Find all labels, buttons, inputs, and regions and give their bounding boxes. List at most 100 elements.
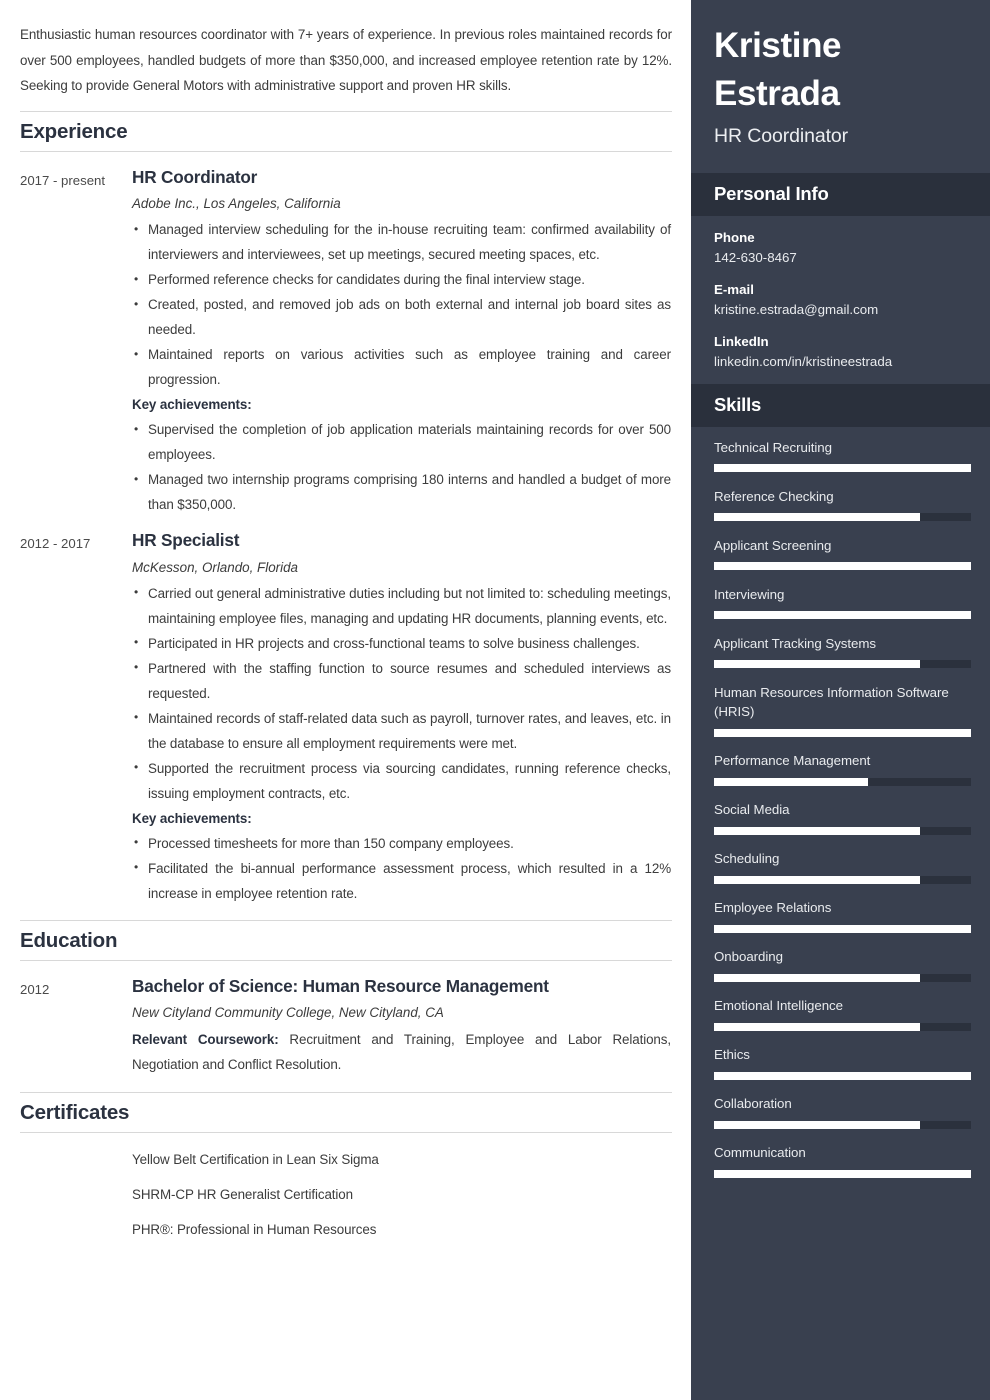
list-item: Supported the recruitment process via so… bbox=[132, 755, 671, 806]
skill-label: Onboarding bbox=[714, 949, 783, 965]
skill-item: Technical Recruiting bbox=[714, 438, 971, 473]
section-title: Certificates bbox=[20, 1100, 130, 1124]
contact-value[interactable]: 142-630-8467 bbox=[714, 248, 967, 269]
skill-label: Communication bbox=[714, 1145, 806, 1161]
skill-label: Ethics bbox=[714, 1047, 750, 1063]
skill-meter-track bbox=[714, 1169, 971, 1178]
experience-section: Experience 2017 - present HR Coordinator… bbox=[20, 110, 672, 906]
list-item: Facilitated the bi-annual performance as… bbox=[132, 855, 671, 906]
skill-meter-track bbox=[714, 728, 971, 737]
skill-meter-fill bbox=[714, 875, 920, 884]
skill-meter-fill bbox=[714, 1169, 971, 1178]
contact-value[interactable]: linkedin.com/in/kristineestrada bbox=[714, 352, 967, 373]
experience-entry: 2012 - 2017 HR Specialist McKesson, Orla… bbox=[20, 529, 672, 905]
list-item: Yellow Belt Certification in Lean Six Si… bbox=[132, 1152, 379, 1168]
experience-section-header: Experience bbox=[20, 110, 672, 153]
professional-summary: Enthusiastic human resources coordinator… bbox=[20, 27, 672, 93]
skill-item: Ethics bbox=[714, 1045, 971, 1080]
entry-body: Bachelor of Science: Human Resource Mana… bbox=[132, 975, 672, 1076]
skill-meter-track bbox=[714, 777, 971, 786]
experience-entry: 2017 - present HR Coordinator Adobe Inc.… bbox=[20, 166, 672, 517]
skill-meter-track bbox=[714, 562, 971, 571]
skill-item: Onboarding bbox=[714, 947, 971, 982]
skill-meter-fill bbox=[714, 513, 920, 522]
skill-meter-fill bbox=[714, 611, 971, 620]
personal-info-title: Personal Info bbox=[714, 183, 829, 205]
skill-meter-fill bbox=[714, 464, 971, 473]
education-section-header: Education bbox=[20, 919, 672, 962]
skills-title: Skills bbox=[714, 393, 762, 415]
skill-meter-fill bbox=[714, 1071, 971, 1080]
skill-meter-track bbox=[714, 660, 971, 669]
entry-body: HR Coordinator Adobe Inc., Los Angeles, … bbox=[132, 166, 672, 517]
skill-label: Social Media bbox=[714, 802, 790, 818]
section-title: Experience bbox=[20, 119, 128, 143]
entry-body: HR Specialist McKesson, Orlando, Florida… bbox=[132, 529, 672, 905]
key-achievements-label: Key achievements: bbox=[132, 810, 252, 826]
skill-meter-track bbox=[714, 611, 971, 620]
job-employer: McKesson, Orlando, Florida bbox=[132, 559, 298, 575]
skill-meter-track bbox=[714, 973, 971, 982]
resume-page: Enthusiastic human resources coordinator… bbox=[0, 0, 990, 1400]
skills-list: Technical Recruiting Reference Checking Ap… bbox=[691, 427, 990, 1178]
contact-label: Phone bbox=[714, 230, 755, 246]
skill-item: Applicant Tracking Systems bbox=[714, 634, 971, 669]
certificates-section-header: Certificates bbox=[20, 1091, 672, 1134]
skill-meter-fill bbox=[714, 728, 971, 737]
skill-meter-track bbox=[714, 875, 971, 884]
skill-meter-track bbox=[714, 513, 971, 522]
certificates-list: Yellow Belt Certification in Lean Six Si… bbox=[132, 1147, 671, 1242]
skill-label: Emotional Intelligence bbox=[714, 998, 843, 1014]
skill-meter-fill bbox=[714, 562, 971, 571]
skill-meter-fill bbox=[714, 924, 971, 933]
entry-date: 2017 - present bbox=[20, 173, 106, 189]
list-item: Supervised the completion of job applica… bbox=[132, 417, 671, 467]
skill-label: Scheduling bbox=[714, 851, 780, 867]
personal-info-body: Phone 142-630-8467 E-mail kristine.estra… bbox=[691, 216, 990, 373]
skill-label: Interviewing bbox=[714, 586, 785, 602]
job-duties-list: Managed interview scheduling for the in-… bbox=[132, 217, 671, 392]
contact-value[interactable]: kristine.estrada@gmail.com bbox=[714, 300, 967, 321]
list-item: Processed timesheets for more than 150 c… bbox=[132, 830, 671, 856]
skill-meter-fill bbox=[714, 826, 920, 835]
contact-linkedin: LinkedIn linkedin.com/in/kristineestrada bbox=[714, 332, 967, 373]
list-item: Carried out general administrative dutie… bbox=[132, 580, 671, 631]
skill-meter-track bbox=[714, 1120, 971, 1129]
contact-label: E-mail bbox=[714, 282, 754, 298]
entry-date-empty bbox=[20, 1147, 132, 1149]
section-title: Education bbox=[20, 928, 118, 952]
skill-meter-fill bbox=[714, 973, 920, 982]
skill-label: Applicant Tracking Systems bbox=[714, 635, 877, 651]
contact-label: LinkedIn bbox=[714, 333, 769, 349]
page-title: Kristine Estrada bbox=[714, 26, 842, 113]
list-item: Managed two internship programs comprisi… bbox=[132, 467, 671, 517]
list-item: PHR®: Professional in Human Resources bbox=[132, 1222, 377, 1238]
skill-meter-track bbox=[714, 464, 971, 473]
skill-item: Interviewing bbox=[714, 585, 971, 620]
skill-item: Emotional Intelligence bbox=[714, 996, 971, 1031]
skill-item: Collaboration bbox=[714, 1094, 971, 1129]
skill-meter-track bbox=[714, 1071, 971, 1080]
skill-item: Communication bbox=[714, 1143, 971, 1178]
education-section: Education 2012 Bachelor of Science: Huma… bbox=[20, 919, 672, 1077]
skill-label: Collaboration bbox=[714, 1096, 792, 1112]
skill-item: Social Media bbox=[714, 800, 971, 835]
main-column: Enthusiastic human resources coordinator… bbox=[0, 0, 691, 1400]
skill-label: Technical Recruiting bbox=[714, 439, 832, 455]
sidebar-header: Kristine Estrada HR Coordinator bbox=[691, 0, 990, 173]
relevant-coursework: Relevant Coursework: Recruitment and Tra… bbox=[132, 1027, 671, 1077]
skill-item: Employee Relations bbox=[714, 898, 971, 933]
skill-item: Human Resources Information Software (HR… bbox=[714, 683, 971, 737]
job-employer: Adobe Inc., Los Angeles, California bbox=[132, 196, 341, 212]
coursework-label: Relevant Coursework: bbox=[132, 1031, 279, 1047]
education-entry: 2012 Bachelor of Science: Human Resource… bbox=[20, 975, 672, 1076]
contact-email: E-mail kristine.estrada@gmail.com bbox=[714, 280, 967, 321]
list-item: Maintained records of staff-related data… bbox=[132, 705, 671, 756]
skill-label: Employee Relations bbox=[714, 900, 832, 916]
skill-meter-track bbox=[714, 924, 971, 933]
skill-meter-fill bbox=[714, 660, 920, 669]
skill-item: Scheduling bbox=[714, 849, 971, 884]
personal-info-header: Personal Info bbox=[691, 173, 990, 217]
